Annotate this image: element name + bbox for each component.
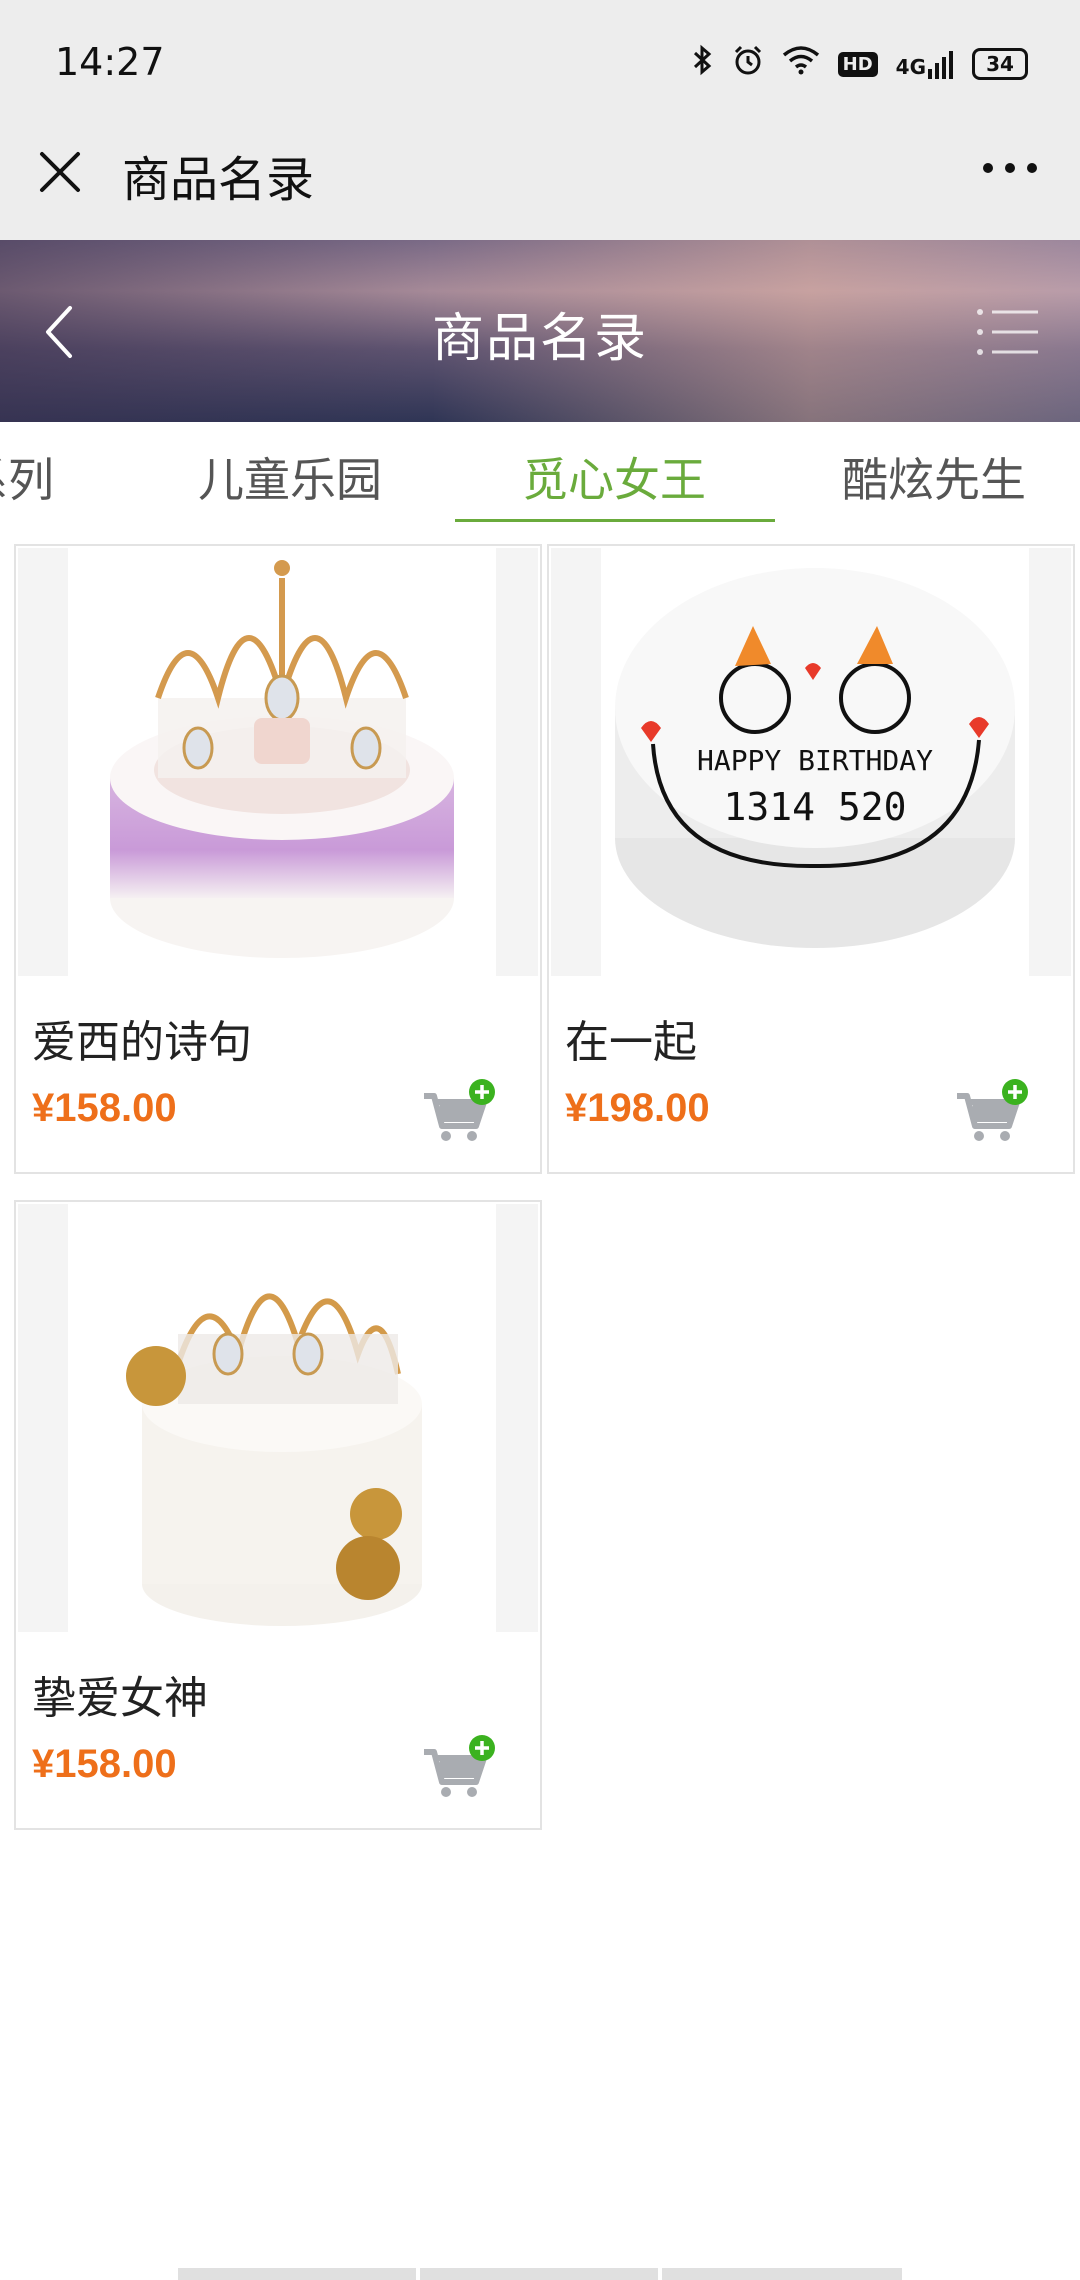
product-price: ¥158.00	[32, 1742, 177, 1786]
add-cart-icon	[957, 1079, 1028, 1141]
crown-cake-image	[110, 560, 454, 958]
list-menu-icon	[977, 309, 1038, 355]
alarm-icon	[732, 44, 764, 84]
app-header: 商品名录	[0, 130, 1080, 240]
banner-title: 商品名录	[431, 309, 648, 369]
status-bar: 14:27 HD 4G 34	[0, 0, 1080, 130]
bottom-bar-segment	[662, 2268, 902, 2280]
network-type: 4G	[895, 55, 926, 79]
category-tabs: 系列 儿童乐园 觅心女王 酷炫先生	[0, 422, 1080, 522]
bottom-bar-segment	[420, 2268, 658, 2280]
product-card[interactable]: 挚爱女神 ¥158.00	[14, 1200, 542, 1830]
add-to-cart-button[interactable]	[955, 1078, 1031, 1148]
product-image: HAPPY BIRTHDAY 1314 520	[551, 548, 1071, 976]
tab-cool-gentleman[interactable]: 酷炫先生	[842, 444, 1026, 510]
product-price: ¥198.00	[565, 1086, 710, 1130]
product-card[interactable]: HAPPY BIRTHDAY 1314 520 在一起 ¥198.00	[547, 544, 1075, 1174]
wifi-icon	[782, 45, 820, 83]
status-icons: HD 4G 34	[692, 44, 1028, 84]
add-to-cart-button[interactable]	[422, 1734, 498, 1804]
product-name: 爱西的诗句	[32, 1017, 252, 1068]
product-image	[18, 1204, 538, 1632]
page-title: 商品名录	[122, 152, 315, 208]
cake-text-line-1: HAPPY BIRTHDAY	[697, 744, 933, 777]
cake-text-line-2: 1314 520	[723, 785, 906, 829]
active-tab-indicator	[455, 519, 775, 522]
hd-icon: HD	[837, 51, 878, 77]
add-cart-icon	[424, 1079, 495, 1141]
goddess-cake-image	[126, 1293, 422, 1626]
status-time: 14:27	[55, 40, 165, 84]
add-to-cart-button[interactable]	[422, 1078, 498, 1148]
add-cart-icon	[424, 1735, 495, 1797]
tab-kids-park[interactable]: 儿童乐园	[198, 444, 382, 510]
menu-button[interactable]	[976, 306, 1040, 358]
battery-icon: 34	[972, 48, 1028, 80]
signal-icon: 4G	[896, 49, 954, 79]
more-button[interactable]	[970, 138, 1050, 198]
product-name: 挚爱女神	[32, 1673, 208, 1724]
product-name: 在一起	[565, 1017, 697, 1068]
birthday-cake-image: HAPPY BIRTHDAY 1314 520	[615, 568, 1015, 948]
product-card[interactable]: 爱西的诗句 ¥158.00	[14, 544, 542, 1174]
bottom-bar-segment	[178, 2268, 416, 2280]
close-icon	[40, 152, 80, 192]
product-price: ¥158.00	[32, 1086, 177, 1130]
more-icon	[983, 163, 1037, 173]
product-image	[18, 548, 538, 976]
banner-header: 商品名录	[0, 240, 1080, 422]
tab-queen[interactable]: 觅心女王	[522, 444, 706, 510]
close-button[interactable]	[30, 142, 90, 202]
bluetooth-icon	[692, 44, 714, 84]
tab-series[interactable]: 系列	[0, 444, 54, 510]
